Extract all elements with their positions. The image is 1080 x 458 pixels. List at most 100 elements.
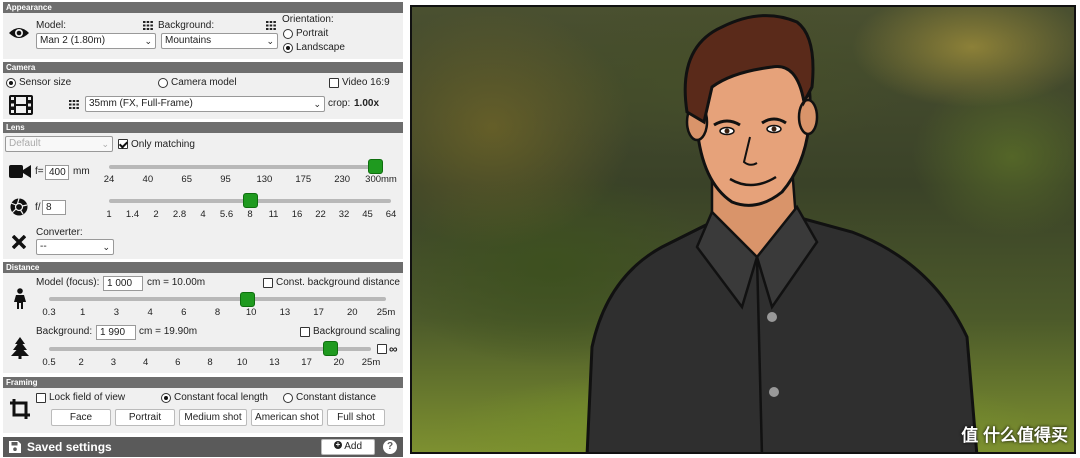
tick-label: 40 [142, 174, 154, 185]
face-button[interactable]: Face [51, 409, 111, 426]
tick-label: 0.5 [42, 357, 56, 368]
const-focal-radio[interactable] [161, 393, 171, 403]
background-distance-ticks: 0.5 2 3 4 6 8 10 13 17 20 25m [42, 357, 380, 369]
portrait-radio[interactable] [283, 29, 293, 39]
tick-label: 130 [256, 174, 273, 185]
film-icon [9, 95, 33, 115]
const-bg-checkbox[interactable] [263, 278, 273, 288]
focal-unit: mm [73, 166, 90, 177]
watermark: 值 什么值得买 [961, 426, 1068, 445]
video-checkbox[interactable] [329, 78, 339, 88]
plus-icon: + [333, 440, 342, 450]
camera-header: Camera [3, 62, 403, 73]
tick-label: 3 [113, 307, 120, 318]
focal-slider-track[interactable] [109, 165, 381, 169]
tick-label: 32 [338, 209, 350, 220]
tick-label: 10 [236, 357, 248, 368]
tick-label: 2 [78, 357, 84, 368]
sensor-select[interactable]: 35mm (FX, Full-Frame) ⌄ [85, 96, 325, 112]
tick-label: 22 [315, 209, 326, 220]
add-button[interactable]: + Add [321, 439, 375, 455]
model-distance-thumb[interactable] [239, 292, 255, 307]
grid-icon[interactable] [143, 21, 153, 30]
tick-label: 300mm [365, 174, 397, 185]
lens-section: Default ⌄ Only matching f= 400 mm 24 40 65 9… [3, 133, 403, 259]
tick-label: 175 [295, 174, 312, 185]
tick-label: 4 [142, 357, 149, 368]
crop-label: crop: [328, 98, 351, 109]
tick-label: 11 [268, 209, 279, 220]
tick-label: 2 [153, 209, 159, 220]
infinity-checkbox[interactable] [377, 344, 387, 354]
portrait-button[interactable]: Portrait [115, 409, 175, 426]
model-label: Model: [36, 20, 67, 31]
sensor-size-radio[interactable] [6, 78, 16, 88]
tick-label: 13 [269, 357, 280, 368]
aperture-ticks: 1 1.4 2 2.8 4 5.6 8 11 16 22 32 45 64 [106, 209, 396, 221]
distance-header: Distance [3, 262, 403, 273]
full-shot-button[interactable]: Full shot [327, 409, 385, 426]
video-label: Video 16:9 [342, 77, 390, 88]
tick-label: 2.8 [172, 209, 187, 220]
person-icon [14, 288, 26, 309]
focal-ticks: 24 40 65 95 130 175 230 300mm [104, 174, 397, 186]
tick-label: 4 [200, 209, 206, 220]
model-focus-unit: cm = 10.00m [147, 277, 206, 288]
focal-length-input[interactable]: 400 [45, 165, 69, 180]
background-select[interactable]: Mountains ⌄ [161, 33, 278, 49]
background-distance-label: Background: [36, 326, 93, 337]
grid-icon[interactable] [69, 100, 79, 109]
const-bg-label: Const. background distance [276, 277, 400, 288]
model-distance-track[interactable] [49, 297, 386, 301]
tick-label: 230 [334, 174, 351, 185]
background-distance-input[interactable]: 1 990 [96, 325, 136, 340]
tick-label: 4 [147, 307, 153, 318]
add-button-label: Add [344, 441, 363, 452]
aperture-prefix: f/ [35, 202, 41, 213]
lock-fov-checkbox[interactable] [36, 393, 46, 403]
eye-icon [9, 28, 29, 38]
tick-label: 8 [247, 209, 253, 220]
tick-label: 17 [301, 357, 312, 368]
lock-fov-label: Lock field of view [49, 392, 126, 403]
tree-icon [11, 337, 29, 359]
framing-header: Framing [3, 377, 403, 388]
video-camera-icon [9, 165, 31, 178]
converter-select[interactable]: -- ⌄ [36, 239, 114, 255]
landscape-label: Landscape [296, 42, 345, 53]
crop-value: 1.00x [354, 98, 380, 109]
tick-label: 0.3 [42, 307, 56, 318]
aperture-input[interactable]: 8 [42, 200, 66, 215]
background-distance-thumb[interactable] [323, 341, 339, 356]
tick-label: 45 [362, 209, 373, 220]
help-icon[interactable]: ? [383, 440, 397, 454]
camera-section: Sensor size Camera model Video 16:9 35mm… [3, 73, 403, 119]
background-distance-unit: cm = 19.90m [139, 326, 198, 337]
chevron-down-icon: ⌄ [144, 36, 152, 46]
preview-image: 值 什么值得买 [410, 5, 1076, 454]
tick-label: 13 [279, 307, 291, 318]
grid-icon[interactable] [266, 21, 276, 30]
saved-settings-bar[interactable]: Saved settings + Add ? [3, 437, 403, 457]
focal-prefix: f= [35, 166, 44, 177]
medium-shot-button[interactable]: Medium shot [179, 409, 247, 426]
only-matching-checkbox[interactable] [118, 139, 128, 149]
focal-slider-thumb[interactable] [367, 159, 383, 174]
tick-label: 8 [214, 307, 221, 318]
aperture-slider-thumb[interactable] [242, 193, 258, 208]
lens-preset-select[interactable]: Default ⌄ [5, 136, 113, 152]
tick-label: 65 [181, 174, 192, 185]
portrait-label: Portrait [296, 28, 329, 39]
const-distance-radio[interactable] [283, 393, 293, 403]
crop-icon [10, 399, 30, 419]
lens-header: Lens [3, 122, 403, 133]
saved-settings-label: Saved settings [27, 440, 112, 454]
camera-model-radio[interactable] [158, 78, 168, 88]
background-label: Background: [158, 20, 215, 31]
model-select[interactable]: Man 2 (1.80m) ⌄ [36, 33, 156, 49]
bg-scaling-checkbox[interactable] [300, 327, 310, 337]
tick-label: 8 [207, 357, 213, 368]
american-shot-button[interactable]: American shot [251, 409, 323, 426]
landscape-radio[interactable] [283, 43, 293, 53]
model-focus-input[interactable]: 1 000 [103, 276, 143, 291]
